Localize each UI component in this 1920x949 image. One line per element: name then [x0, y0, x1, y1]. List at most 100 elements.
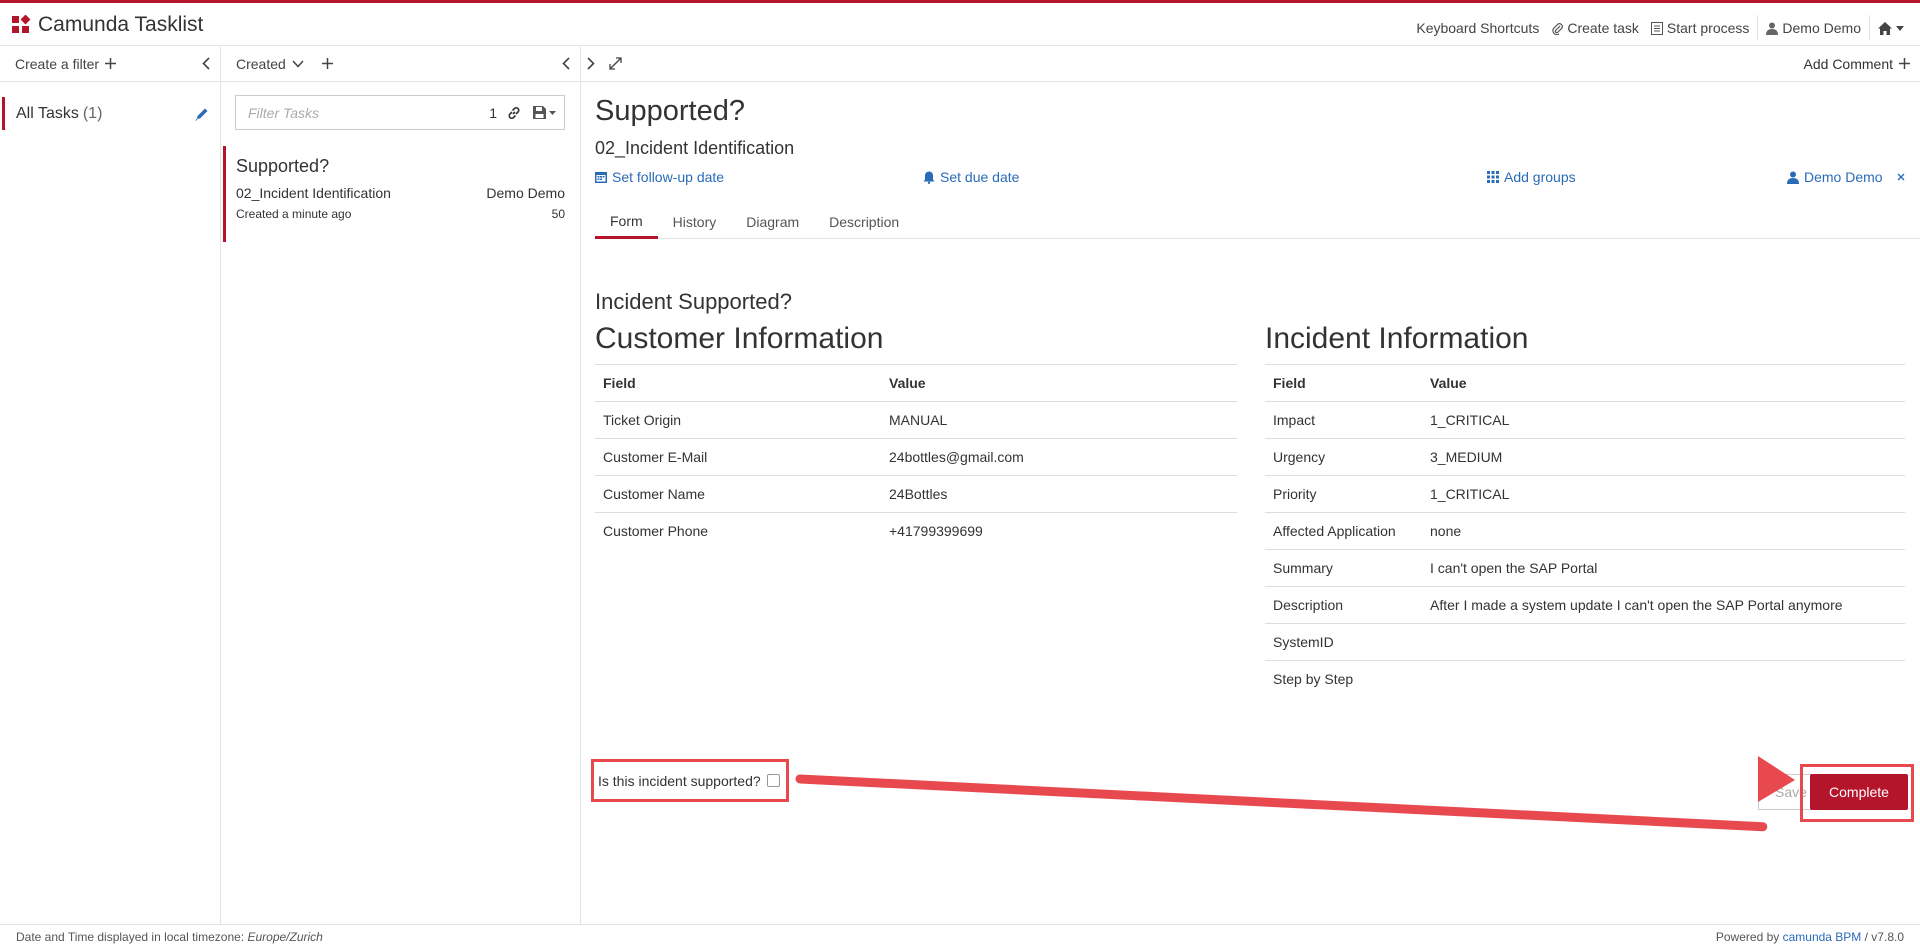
field-cell: Customer E-Mail: [595, 438, 881, 476]
brand[interactable]: Camunda Tasklist: [11, 13, 203, 37]
table-header-field: Field: [595, 364, 881, 402]
field-cell: SystemID: [1265, 623, 1422, 661]
set-due-date-link[interactable]: Set due date: [923, 169, 1019, 185]
task-item-created: Created a minute ago: [236, 207, 352, 221]
field-cell: Impact: [1265, 401, 1422, 439]
create-filter-button[interactable]: Create a filter: [15, 56, 117, 72]
pencil-icon[interactable]: [195, 107, 209, 121]
tab-form[interactable]: Form: [595, 205, 658, 239]
close-icon[interactable]: [1897, 173, 1905, 181]
app-header: Camunda Tasklist Keyboard Shortcuts Crea…: [0, 0, 1920, 46]
tab-description[interactable]: Description: [814, 205, 914, 239]
calendar-icon: [595, 171, 607, 183]
value-cell: [1422, 623, 1905, 661]
set-follow-up-date-link[interactable]: Set follow-up date: [595, 169, 724, 185]
table-row: Customer Phone +41799399699: [595, 512, 1237, 550]
fullscreen-icon[interactable]: [609, 57, 622, 70]
save-filter-dropdown[interactable]: [533, 106, 556, 119]
value-cell: 3_MEDIUM: [1422, 438, 1905, 476]
expand-chevron-right-icon[interactable]: [587, 57, 595, 70]
powered-by: Powered by camunda BPM / v7.8.0: [1716, 930, 1904, 944]
grid-icon: [1487, 171, 1499, 183]
table-row: Step by Step: [1265, 660, 1905, 698]
incident-information-table: Field Value Impact 1_CRITICAL Urgency 3_ME…: [1265, 364, 1905, 698]
sort-label: Created: [236, 55, 286, 72]
plus-icon: [105, 58, 117, 69]
add-sort-plus-icon[interactable]: [321, 58, 333, 69]
caret-down-icon: [1896, 25, 1904, 31]
table-row: Customer Name 24Bottles: [595, 475, 1237, 513]
task-count: 1: [489, 104, 497, 121]
user-icon: [1766, 22, 1779, 35]
timezone-note: Date and Time displayed in local timezon…: [16, 930, 323, 944]
complete-button[interactable]: Complete: [1810, 774, 1908, 810]
keyboard-shortcuts-link[interactable]: Keyboard Shortcuts: [1410, 17, 1545, 39]
field-cell: Customer Phone: [595, 512, 881, 550]
table-header-value: Value: [881, 364, 1237, 402]
value-cell: I can't open the SAP Portal: [1422, 549, 1905, 587]
version-label: / v7.8.0: [1864, 930, 1904, 944]
due-date-label: Set due date: [940, 169, 1020, 185]
user-icon: [1787, 171, 1799, 184]
nav-divider: [1869, 15, 1870, 41]
supported-checkbox[interactable]: [766, 774, 780, 787]
start-process-link[interactable]: Start process: [1645, 17, 1755, 39]
tab-history[interactable]: History: [658, 205, 732, 239]
field-cell: Customer Name: [595, 475, 881, 513]
keyboard-shortcuts-label: Keyboard Shortcuts: [1416, 20, 1540, 36]
value-cell: 1_CRITICAL: [1422, 401, 1905, 439]
sort-created-button[interactable]: Created: [236, 56, 333, 72]
task-tabs: Form History Diagram Description: [595, 205, 1920, 239]
filter-item-all-tasks[interactable]: All Tasks (1): [2, 97, 217, 130]
user-name: Demo Demo: [1782, 20, 1861, 36]
task-detail-column: Add Comment Supported? 02_Incident Ident…: [581, 46, 1920, 924]
assignee-link[interactable]: Demo Demo: [1787, 169, 1905, 185]
value-cell: 1_CRITICAL: [1422, 475, 1905, 513]
task-item-process: 02_Incident Identification: [236, 185, 391, 201]
collapse-chevron-left-icon[interactable]: [202, 57, 210, 70]
filter-tasks-input[interactable]: [248, 104, 490, 121]
supported-checkbox-group: Is this incident supported?: [591, 759, 789, 802]
camunda-logo-icon: [11, 15, 31, 35]
link-icon[interactable]: [507, 106, 521, 120]
task-title: Supported?: [595, 95, 745, 127]
task-list-header: Created: [221, 46, 580, 82]
home-icon: [1878, 21, 1892, 35]
table-row: Affected Application none: [1265, 512, 1905, 550]
camunda-bpm-link[interactable]: camunda BPM: [1783, 930, 1862, 944]
task-process-name: 02_Incident Identification: [595, 138, 795, 158]
header-nav: Keyboard Shortcuts Create task Start pro…: [1410, 15, 1910, 41]
table-row: Priority 1_CRITICAL: [1265, 475, 1905, 513]
filters-header: Create a filter: [0, 46, 220, 82]
caret-down-icon: [549, 110, 556, 115]
task-item-title: Supported?: [236, 156, 330, 176]
add-comment-button[interactable]: Add Comment: [1804, 56, 1910, 72]
value-cell: +41799399699: [881, 512, 1237, 550]
nav-divider: [1757, 15, 1759, 41]
home-menu[interactable]: [1872, 17, 1910, 39]
table-row: Summary I can't open the SAP Portal: [1265, 549, 1905, 587]
powered-prefix: Powered by: [1715, 930, 1780, 944]
table-row: SystemID: [1265, 623, 1905, 661]
follow-up-label: Set follow-up date: [612, 169, 725, 185]
incident-information-title: Incident Information: [1265, 322, 1529, 355]
paperclip-icon: [1551, 22, 1564, 35]
filter-count: (1): [82, 104, 103, 122]
create-task-label: Create task: [1567, 20, 1639, 36]
plus-icon: [1899, 58, 1910, 69]
start-process-label: Start process: [1666, 20, 1750, 36]
field-cell: Step by Step: [1265, 660, 1422, 698]
task-item-priority: 50: [551, 207, 565, 221]
task-list-column: Created 1: [221, 46, 581, 924]
task-list-item[interactable]: Supported? 02_Incident Identification De…: [223, 146, 577, 242]
create-task-link[interactable]: Create task: [1545, 17, 1645, 39]
collapse-chevron-left-icon[interactable]: [562, 57, 570, 70]
value-cell: After I made a system update I can't ope…: [1422, 586, 1905, 624]
user-menu[interactable]: Demo Demo: [1760, 17, 1867, 39]
field-cell: Priority: [1265, 475, 1422, 513]
timezone-value: Europe/Zurich: [247, 930, 323, 944]
table-row: Ticket Origin MANUAL: [595, 401, 1237, 439]
tab-diagram[interactable]: Diagram: [731, 205, 814, 239]
add-groups-link[interactable]: Add groups: [1487, 169, 1576, 185]
add-comment-label: Add Comment: [1803, 55, 1893, 72]
